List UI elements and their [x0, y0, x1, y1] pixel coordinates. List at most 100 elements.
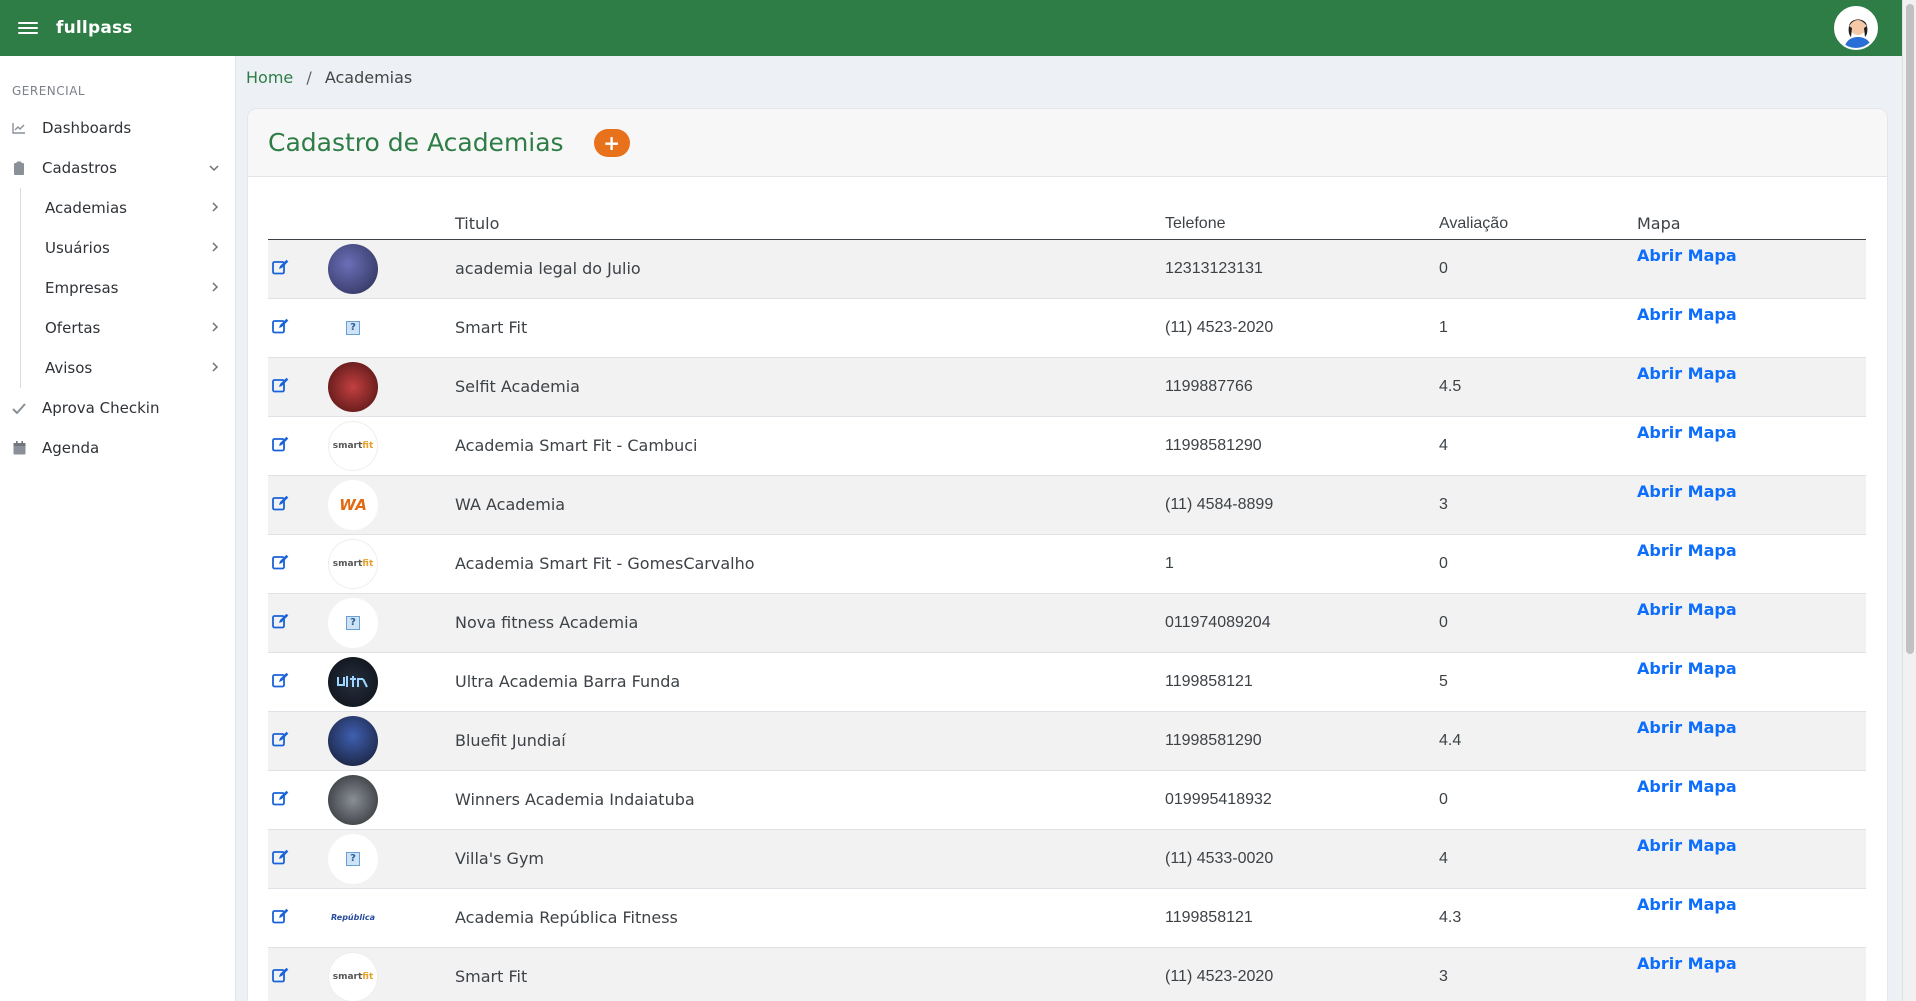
sidebar: GERENCIAL Dashboards Cadastros Academias…: [0, 56, 236, 1001]
table-row: Winners Academia Indaiatuba 019995418932 0…: [268, 770, 1866, 829]
sidebar-item-label: Ofertas: [45, 319, 101, 337]
user-avatar[interactable]: [1834, 6, 1878, 50]
titulo-cell: Bluefit Jundiaí: [455, 731, 566, 750]
edit-cell: [268, 770, 328, 829]
abrir-mapa-link[interactable]: Abrir Mapa: [1637, 895, 1737, 914]
image-cell: ?: [328, 298, 455, 357]
smartfit-logo: smart fit: [328, 538, 378, 589]
edit-icon[interactable]: [272, 731, 289, 751]
abrir-mapa-link[interactable]: Abrir Mapa: [1637, 659, 1737, 678]
telefone-cell: 011974089204: [1165, 613, 1271, 631]
telefone-cell: (11) 4523-2020: [1165, 967, 1274, 985]
image-cell: smart fit: [328, 947, 455, 1001]
academia-photo: [328, 361, 378, 412]
sidebar-item-cadastros[interactable]: Cadastros: [0, 148, 235, 188]
edit-icon[interactable]: [272, 908, 289, 928]
breadcrumb-home-link[interactable]: Home: [246, 68, 293, 87]
avaliacao-cell: 0: [1439, 554, 1448, 572]
edit-icon[interactable]: [272, 318, 289, 338]
sidebar-section-label: GERENCIAL: [12, 84, 86, 98]
sidebar-item-aprova-checkin[interactable]: Aprova Checkin: [0, 388, 235, 428]
menu-toggle-icon[interactable]: [18, 22, 38, 34]
table-row: smart fit Academia Smart Fit - GomesCarval…: [268, 534, 1866, 593]
abrir-mapa-link[interactable]: Abrir Mapa: [1637, 423, 1737, 442]
abrir-mapa-link[interactable]: Abrir Mapa: [1637, 305, 1737, 324]
page-scrollbar[interactable]: [1902, 0, 1916, 1001]
table-row: ? Nova fitness Academia 011974089204 0 Abrir…: [268, 593, 1866, 652]
image-cell: [328, 239, 455, 298]
scrollbar-thumb[interactable]: [1906, 4, 1914, 654]
avaliacao-cell: 4: [1439, 849, 1448, 867]
academias-card: Cadastro de Academias + Titulo Telefone …: [247, 108, 1888, 1001]
chevron-right-icon: [212, 201, 219, 216]
edit-icon[interactable]: [272, 377, 289, 397]
abrir-mapa-link[interactable]: Abrir Mapa: [1637, 600, 1737, 619]
academias-table: Titulo Telefone Avaliação Mapa academia …: [268, 205, 1866, 1001]
sidebar-item-ofertas[interactable]: Ofertas: [21, 308, 235, 348]
telefone-cell: (11) 4533-0020: [1165, 849, 1274, 867]
top-navbar: fullpass: [0, 0, 1902, 56]
telefone-cell: 1199887766: [1165, 377, 1253, 395]
avaliacao-cell: 0: [1439, 259, 1448, 277]
edit-icon[interactable]: [272, 613, 289, 633]
abrir-mapa-link[interactable]: Abrir Mapa: [1637, 836, 1737, 855]
titulo-cell: Winners Academia Indaiatuba: [455, 790, 695, 809]
mapa-cell: Abrir Mapa: [1637, 652, 1866, 711]
edit-icon[interactable]: [272, 849, 289, 869]
edit-cell: [268, 416, 328, 475]
edit-icon[interactable]: [272, 967, 289, 987]
edit-cell: [268, 298, 328, 357]
edit-icon[interactable]: [272, 790, 289, 810]
mapa-cell: Abrir Mapa: [1637, 239, 1866, 298]
edit-icon[interactable]: [272, 259, 289, 279]
header-avaliacao: Avaliação: [1439, 205, 1637, 240]
sidebar-item-agenda[interactable]: Agenda: [0, 428, 235, 468]
edit-icon[interactable]: [272, 436, 289, 456]
image-cell: WA: [328, 475, 455, 534]
telefone-cell: 1199858121: [1165, 908, 1253, 926]
abrir-mapa-link[interactable]: Abrir Mapa: [1637, 482, 1737, 501]
sidebar-item-empresas[interactable]: Empresas: [21, 268, 235, 308]
academia-photo: [328, 715, 378, 766]
edit-icon[interactable]: [272, 554, 289, 574]
titulo-cell: Nova fitness Academia: [455, 613, 639, 632]
avaliacao-cell: 3: [1439, 967, 1448, 985]
edit-cell: [268, 947, 328, 1001]
abrir-mapa-link[interactable]: Abrir Mapa: [1637, 718, 1737, 737]
avaliacao-cell: 0: [1439, 790, 1448, 808]
abrir-mapa-link[interactable]: Abrir Mapa: [1637, 364, 1737, 383]
table-row: ? Villa's Gym (11) 4533-0020 4 Abrir Mapa: [268, 829, 1866, 888]
edit-icon[interactable]: [272, 672, 289, 692]
table-row: Bluefit Jundiaí 11998581290 4.4 Abrir Mapa: [268, 711, 1866, 770]
table-row: smart fit Smart Fit (11) 4523-2020 3 Abrir Ma…: [268, 947, 1866, 1001]
brand-name[interactable]: fullpass: [56, 18, 133, 38]
edit-cell: [268, 888, 328, 947]
sidebar-item-dashboards[interactable]: Dashboards: [0, 108, 235, 148]
chevron-right-icon: [212, 241, 219, 256]
titulo-cell: academia legal do Julio: [455, 259, 641, 278]
abrir-mapa-link[interactable]: Abrir Mapa: [1637, 541, 1737, 560]
edit-icon[interactable]: [272, 495, 289, 515]
abrir-mapa-link[interactable]: Abrir Mapa: [1637, 777, 1737, 796]
calendar-icon: [10, 441, 28, 455]
academia-photo: [328, 656, 378, 707]
abrir-mapa-link[interactable]: Abrir Mapa: [1637, 246, 1737, 265]
mapa-cell: Abrir Mapa: [1637, 829, 1866, 888]
add-academia-button[interactable]: +: [593, 128, 630, 157]
mapa-cell: Abrir Mapa: [1637, 357, 1866, 416]
sidebar-item-label: Academias: [45, 199, 127, 217]
main-content: Home / Academias Cadastro de Academias +…: [236, 56, 1902, 1001]
telefone-cell: (11) 4584-8899: [1165, 495, 1274, 513]
table-row: República Academia República Fitness 11998…: [268, 888, 1866, 947]
abrir-mapa-link[interactable]: Abrir Mapa: [1637, 954, 1737, 973]
sidebar-item-academias[interactable]: Academias: [21, 188, 235, 228]
avaliacao-cell: 4.5: [1439, 377, 1462, 395]
academia-photo: [328, 774, 378, 825]
sidebar-item-avisos[interactable]: Avisos: [21, 348, 235, 388]
chevron-right-icon: [212, 361, 219, 376]
sidebar-item-usuarios[interactable]: Usuários: [21, 228, 235, 268]
image-cell: [328, 357, 455, 416]
avaliacao-cell: 0: [1439, 613, 1448, 631]
avaliacao-cell: 4: [1439, 436, 1448, 454]
edit-cell: [268, 593, 328, 652]
